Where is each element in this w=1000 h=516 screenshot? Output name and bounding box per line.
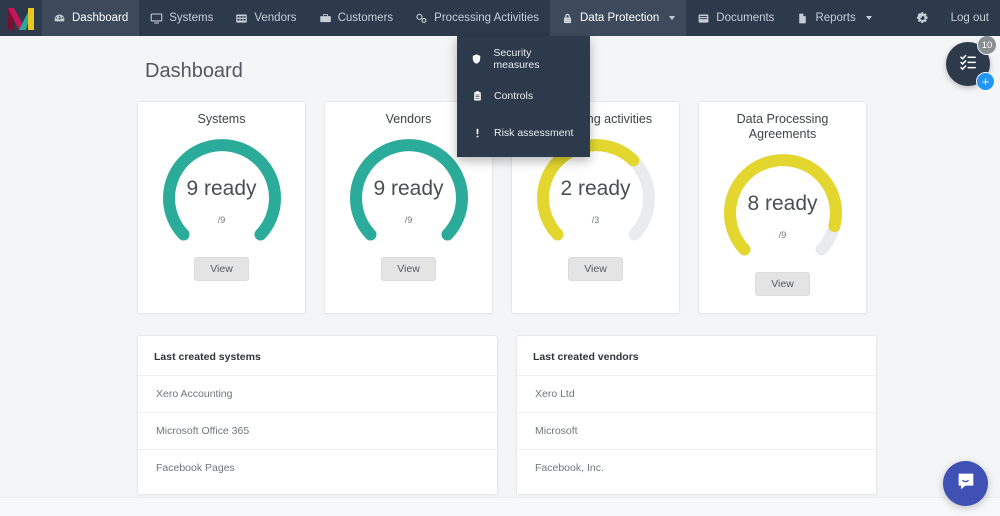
gauge-total-label: /9 xyxy=(404,215,413,225)
gears-icon xyxy=(415,12,428,25)
card-title: Data Processing Agreements xyxy=(736,112,829,141)
last-created-vendors-card: Last created vendors Xero Ltd Microsoft … xyxy=(516,335,877,495)
gauge-value-label: 9 ready xyxy=(373,177,444,200)
nav-item-data-protection[interactable]: Data Protection xyxy=(550,0,687,36)
gauge-total-label: /3 xyxy=(591,215,600,225)
documents-icon xyxy=(697,12,710,25)
chat-widget-button[interactable] xyxy=(943,461,988,506)
nav-item-label: Processing Activities xyxy=(434,12,539,24)
nav-item-dashboard[interactable]: Dashboard xyxy=(42,0,140,36)
app-logo[interactable] xyxy=(0,0,42,36)
gauge-card-systems: Systems 9 ready /9 View xyxy=(137,101,306,314)
lock-icon xyxy=(561,12,574,25)
clipboard-icon xyxy=(471,90,483,102)
nav-item-documents[interactable]: Documents xyxy=(686,0,785,36)
nav-item-processing-activities[interactable]: Processing Activities xyxy=(404,0,550,36)
data-protection-dropdown-menu: Security measures Controls Risk assessme… xyxy=(457,36,590,157)
list-item[interactable]: Facebook, Inc. xyxy=(517,450,876,486)
logout-button[interactable]: Log out xyxy=(940,0,1000,36)
nav-item-reports[interactable]: Reports xyxy=(785,0,882,36)
gauge-value-label: 9 ready xyxy=(186,177,257,200)
top-navigation-bar: Dashboard Systems Vendors Customers Proc… xyxy=(0,0,1000,36)
settings-button[interactable] xyxy=(905,0,940,36)
menu-item-label: Risk assessment xyxy=(494,126,574,139)
list-item[interactable]: Facebook Pages xyxy=(138,450,497,486)
menu-item-security-measures[interactable]: Security measures xyxy=(457,40,590,77)
list-item[interactable]: Xero Ltd xyxy=(517,376,876,413)
view-button[interactable]: View xyxy=(755,272,810,296)
menu-item-risk-assessment[interactable]: Risk assessment xyxy=(457,114,590,151)
nav-item-label: Systems xyxy=(169,12,214,24)
view-button[interactable]: View xyxy=(568,257,623,281)
view-button[interactable]: View xyxy=(194,257,249,281)
gauge-total-label: /9 xyxy=(778,230,787,240)
list-item[interactable]: Microsoft Office 365 xyxy=(138,413,497,450)
gauge-data-processing-agreements: 8 ready /9 xyxy=(708,146,858,266)
card-title: Vendors xyxy=(385,112,432,126)
nav-item-label: Vendors xyxy=(254,12,297,24)
nav-right-group: Log out xyxy=(905,0,1000,36)
footer-edge xyxy=(0,497,1000,516)
nav-item-label: Customers xyxy=(337,12,394,24)
add-task-button[interactable]: + xyxy=(976,72,995,91)
gauge-value-label: 2 ready xyxy=(560,177,631,200)
menu-item-controls[interactable]: Controls xyxy=(457,77,590,114)
gauge-systems: 9 ready /9 xyxy=(147,131,297,251)
briefcase-icon xyxy=(319,12,332,25)
nav-item-label: Data Protection xyxy=(580,12,660,24)
file-icon xyxy=(796,12,809,25)
gear-icon xyxy=(916,12,929,25)
nav-item-label: Dashboard xyxy=(72,12,129,24)
nav-item-systems[interactable]: Systems xyxy=(139,0,224,36)
gauge-value-label: 8 ready xyxy=(747,192,818,215)
logo-mark xyxy=(8,8,34,30)
app-root: Dashboard Systems Vendors Customers Proc… xyxy=(0,0,1000,516)
view-button[interactable]: View xyxy=(381,257,436,281)
card-title: Systems xyxy=(197,112,246,126)
list-item[interactable]: Xero Accounting xyxy=(138,376,497,413)
nav-item-label: Reports xyxy=(815,12,856,24)
chevron-down-icon xyxy=(669,16,676,20)
nav-item-customers[interactable]: Customers xyxy=(308,0,405,36)
shield-icon xyxy=(471,53,482,65)
lists-row: Last created systems Xero Accounting Mic… xyxy=(137,335,878,495)
list-header: Last created systems xyxy=(138,336,497,376)
task-count-badge: 10 xyxy=(977,35,997,55)
gauge-card-data-processing-agreements: Data Processing Agreements 8 ready /9 Vi… xyxy=(698,101,867,314)
monitor-icon xyxy=(150,12,163,25)
chat-bubble-icon xyxy=(955,470,977,497)
task-widget-button[interactable]: 10 + xyxy=(946,35,997,91)
chevron-down-icon xyxy=(865,16,872,20)
list-item[interactable]: Microsoft xyxy=(517,413,876,450)
gauge-total-label: /9 xyxy=(217,215,226,225)
last-created-systems-card: Last created systems Xero Accounting Mic… xyxy=(137,335,498,495)
checklist-icon xyxy=(958,52,978,77)
list-header: Last created vendors xyxy=(517,336,876,376)
menu-item-label: Security measures xyxy=(493,46,540,71)
nav-item-label: Documents xyxy=(716,12,775,24)
nav-item-vendors[interactable]: Vendors xyxy=(224,0,307,36)
menu-item-label: Controls xyxy=(494,89,534,102)
exclamation-icon xyxy=(471,127,483,139)
building-icon xyxy=(235,12,248,25)
speedometer-icon xyxy=(53,12,66,25)
logout-label: Log out xyxy=(950,12,989,24)
